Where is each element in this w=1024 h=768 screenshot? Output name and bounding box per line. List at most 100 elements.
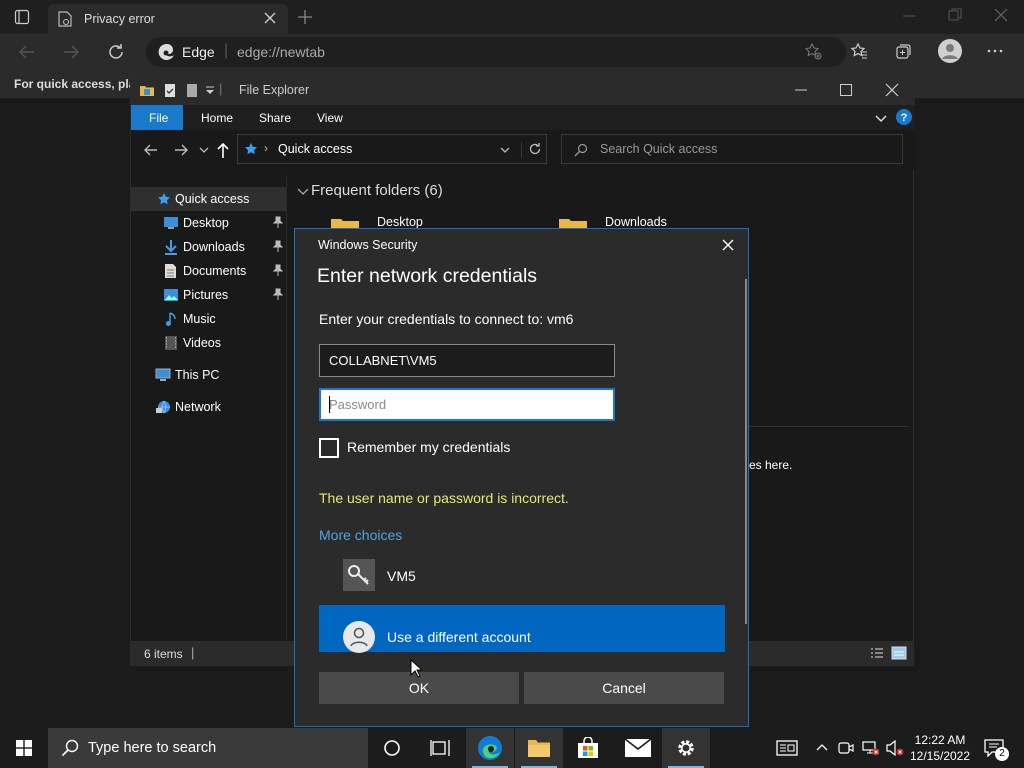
new-tab-icon[interactable] — [296, 8, 314, 26]
tab-close-icon[interactable] — [264, 12, 276, 24]
explorer-minimize-icon[interactable] — [794, 83, 808, 97]
explorer-close-icon[interactable] — [885, 83, 899, 97]
explorer-address-bar[interactable]: › Quick access — [237, 134, 547, 164]
pin-icon — [273, 240, 283, 252]
add-favorite-icon[interactable] — [804, 42, 822, 60]
nav-item-videos[interactable]: Videos — [131, 331, 286, 355]
explorer-back-icon[interactable] — [143, 142, 159, 158]
address-chevron: › — [264, 141, 268, 155]
recent-locations-icon[interactable] — [199, 146, 209, 154]
folder-icon — [527, 737, 551, 759]
back-icon[interactable] — [18, 43, 36, 61]
edge-logo-icon — [158, 43, 176, 61]
collections-icon[interactable] — [895, 42, 913, 60]
help-icon[interactable]: ? — [896, 109, 912, 125]
details-view-icon[interactable] — [870, 647, 884, 659]
nav-item-desktop[interactable]: Desktop — [131, 211, 286, 235]
customize-toolbar-icon[interactable] — [205, 85, 215, 95]
more-choices-link[interactable]: More choices — [319, 527, 402, 543]
volume-muted-icon[interactable] — [886, 740, 904, 756]
nav-label: This PC — [175, 368, 220, 382]
folder-tile-downloads[interactable]: Downloads — [605, 215, 667, 229]
favorites-icon[interactable] — [850, 42, 868, 60]
explorer-forward-icon[interactable] — [173, 142, 189, 158]
broken-page-icon — [58, 11, 72, 27]
explorer-maximize-icon[interactable] — [839, 83, 853, 97]
cancel-button[interactable]: Cancel — [524, 672, 724, 704]
address-bar[interactable]: Edge | edge://newtab — [146, 37, 846, 67]
nav-item-quick-access[interactable]: Quick access — [131, 187, 286, 211]
clock-date: 12/15/2022 — [909, 749, 971, 763]
section-title: Frequent folders (6) — [311, 182, 443, 199]
password-field[interactable]: Password — [319, 388, 615, 421]
restore-icon[interactable] — [948, 8, 962, 22]
taskbar-search-box[interactable]: Type here to search — [48, 728, 368, 768]
ribbon-tab-view[interactable]: View — [317, 111, 343, 125]
close-window-icon[interactable] — [994, 8, 1008, 22]
profile-avatar[interactable] — [938, 39, 962, 63]
cortana-button[interactable] — [368, 728, 416, 768]
collapse-section-icon[interactable] — [297, 187, 309, 197]
nav-label: Videos — [183, 336, 221, 350]
ribbon-expand-icon[interactable] — [875, 112, 887, 124]
more-menu-icon[interactable] — [986, 42, 1004, 60]
nav-label: Music — [183, 312, 216, 326]
explorer-refresh-icon[interactable] — [521, 142, 542, 158]
address-dropdown-icon[interactable] — [500, 146, 510, 154]
person-icon — [343, 621, 375, 653]
explorer-ribbon — [131, 105, 915, 130]
clock[interactable]: 12:22 AM 12/15/2022 — [904, 728, 976, 768]
task-view-button[interactable] — [416, 728, 464, 768]
network-icon — [155, 399, 171, 415]
quick-properties-icon[interactable] — [163, 82, 177, 98]
up-one-level-icon[interactable] — [215, 141, 231, 159]
nav-item-network[interactable]: Network — [131, 395, 286, 419]
favorites-bar-hint: For quick access, plac — [14, 77, 143, 91]
nav-item-music[interactable]: Music — [131, 307, 286, 331]
search-icon — [61, 739, 79, 757]
ribbon-tab-share[interactable]: Share — [259, 111, 291, 125]
refresh-icon[interactable] — [106, 42, 126, 62]
folder-tile-desktop[interactable]: Desktop — [377, 215, 423, 229]
tab-title: Privacy error — [84, 12, 155, 26]
taskbar-mail[interactable] — [614, 728, 662, 768]
explorer-search-box[interactable]: Search Quick access — [561, 134, 903, 164]
edge-browser-icon — [477, 735, 503, 761]
new-folder-icon[interactable] — [185, 82, 199, 98]
taskbar-file-explorer[interactable] — [515, 728, 563, 768]
nav-item-documents[interactable]: Documents — [131, 259, 286, 283]
status-divider: | — [191, 645, 195, 660]
large-icons-view-icon[interactable] — [891, 646, 907, 660]
meet-now-icon[interactable] — [838, 740, 854, 756]
minimize-icon[interactable] — [902, 9, 916, 23]
action-center-button[interactable]: 2 — [982, 738, 1010, 762]
dialog-prompt: Enter your credentials to connect to: vm… — [319, 311, 574, 327]
videos-icon — [164, 335, 178, 351]
forward-icon[interactable] — [62, 43, 80, 61]
ribbon-tab-file[interactable]: File — [131, 105, 183, 130]
nav-item-pictures[interactable]: Pictures — [131, 283, 286, 307]
taskbar-edge[interactable] — [466, 728, 514, 768]
nav-label: Desktop — [183, 216, 229, 230]
dialog-scrollbar[interactable] — [745, 279, 747, 624]
recent-files-hint: es here. — [749, 458, 793, 472]
taskbar-store[interactable] — [564, 728, 612, 768]
store-bag-icon — [577, 737, 599, 759]
browser-tab[interactable]: Privacy error — [48, 4, 288, 34]
username-field[interactable]: COLLABNET\VM5 — [319, 344, 615, 377]
remember-credentials-label[interactable]: Remember my credentials — [347, 439, 510, 455]
account-option-different[interactable]: Use a different account — [319, 605, 725, 653]
taskbar-settings[interactable] — [662, 728, 710, 768]
dialog-close-icon[interactable] — [722, 239, 734, 251]
news-widget-icon[interactable] — [776, 740, 798, 756]
nav-item-this-pc[interactable]: This PC — [131, 363, 286, 387]
nav-item-downloads[interactable]: Downloads — [131, 235, 286, 259]
start-button[interactable] — [0, 728, 48, 768]
show-hidden-icons-icon[interactable] — [816, 742, 828, 752]
remember-credentials-checkbox[interactable] — [319, 438, 339, 458]
tab-actions-icon[interactable] — [14, 9, 30, 25]
mouse-cursor-icon — [410, 659, 422, 679]
network-status-icon[interactable] — [862, 740, 880, 756]
account-option-vm5[interactable]: VM5 — [319, 555, 725, 599]
ribbon-tab-home[interactable]: Home — [201, 111, 233, 125]
